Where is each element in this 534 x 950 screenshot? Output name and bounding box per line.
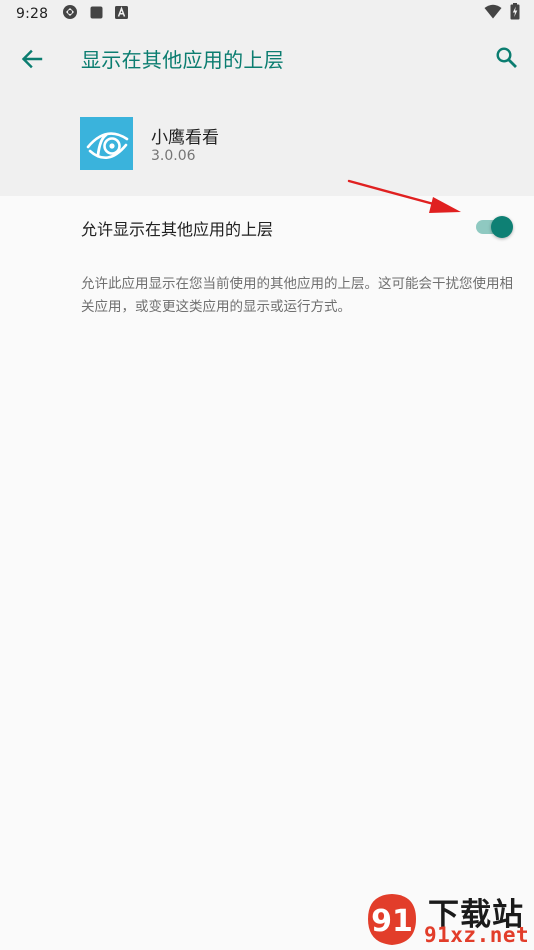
setting-description: 允许此应用显示在您当前使用的其他应用的上层。这可能会干扰您使用相关应用，或变更这…: [81, 276, 513, 315]
app-bar: 显示在其他应用的上层: [0, 27, 534, 89]
allow-overlay-switch[interactable]: [474, 216, 514, 238]
status-bar: 9:28: [0, 0, 534, 27]
annotation-arrow-icon: [347, 179, 461, 213]
app-name: 小鹰看看: [151, 128, 219, 148]
location-icon: [62, 4, 78, 24]
page-title: 显示在其他应用的上层: [81, 48, 284, 72]
square-icon: [90, 4, 103, 23]
watermark-logo-icon: 91: [368, 894, 416, 945]
watermark-text-domain: 91xz.net: [424, 923, 530, 947]
app-icon: [80, 117, 133, 170]
search-button[interactable]: [492, 43, 520, 71]
battery-icon: [510, 3, 520, 24]
status-right-group: [484, 3, 520, 24]
back-arrow-icon: [21, 49, 43, 69]
status-time: 9:28: [16, 5, 49, 22]
a-badge-icon: [115, 4, 129, 23]
app-version: 3.0.06: [151, 148, 196, 164]
back-button[interactable]: [18, 45, 46, 73]
switch-thumb: [491, 216, 513, 238]
wifi-icon: [484, 4, 502, 23]
settings-screen: 9:28 显示在其他应用的上层 小鹰看看 3.0.06 允许显示在其他应用的上层…: [0, 0, 534, 950]
svg-text:91: 91: [371, 904, 413, 939]
allow-overlay-label: 允许显示在其他应用的上层: [81, 220, 274, 239]
search-icon: [496, 47, 517, 68]
watermark: 91 下载站 91xz.net: [364, 885, 534, 950]
